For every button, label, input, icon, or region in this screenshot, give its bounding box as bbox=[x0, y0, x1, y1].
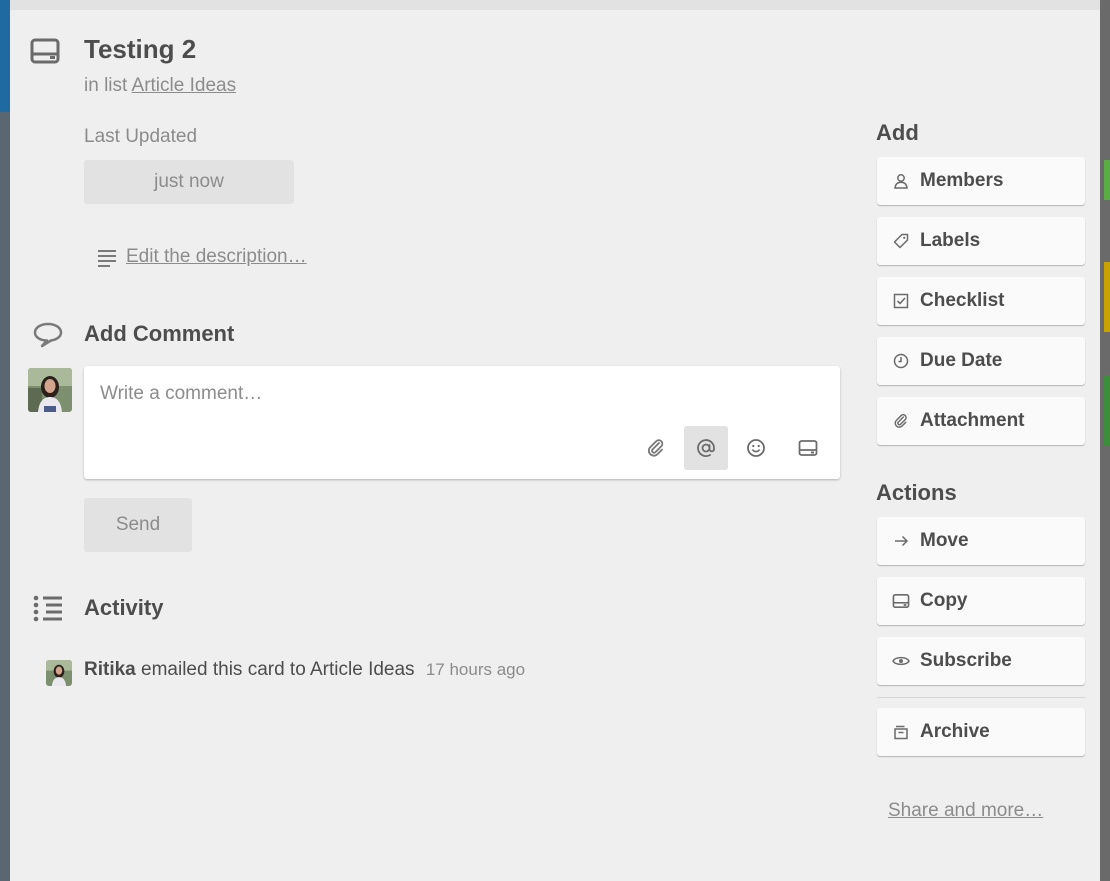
smiley-icon bbox=[747, 439, 765, 457]
move-label: Move bbox=[920, 530, 969, 551]
due-date-button[interactable]: Due Date bbox=[877, 337, 1085, 385]
sidebar-divider bbox=[877, 697, 1085, 698]
paperclip-icon bbox=[892, 412, 910, 430]
comment-composer[interactable]: Write a comment… bbox=[84, 366, 840, 479]
move-button[interactable]: Move bbox=[877, 517, 1085, 565]
mention-button[interactable] bbox=[684, 426, 728, 470]
at-sign-icon bbox=[697, 439, 715, 457]
copy-label: Copy bbox=[920, 590, 968, 611]
card-detail-modal: Testing 2 in list Article Ideas Last Upd… bbox=[10, 0, 1100, 881]
members-label: Members bbox=[920, 170, 1004, 191]
board-header-strip bbox=[0, 0, 10, 112]
description-icon bbox=[97, 249, 117, 267]
card-title[interactable]: Testing 2 bbox=[84, 34, 196, 65]
archive-button[interactable]: Archive bbox=[877, 708, 1085, 756]
list-prefix: in list bbox=[84, 75, 128, 96]
comment-icon bbox=[32, 320, 64, 348]
checklist-button[interactable]: Checklist bbox=[877, 277, 1085, 325]
add-heading: Add bbox=[876, 120, 919, 145]
copy-button[interactable]: Copy bbox=[877, 577, 1085, 625]
board-card-edge bbox=[1104, 160, 1110, 200]
board-background-left bbox=[0, 0, 10, 881]
activity-icon bbox=[32, 594, 66, 622]
card-icon bbox=[892, 592, 910, 610]
last-updated-value: just now bbox=[84, 160, 294, 204]
emoji-button[interactable] bbox=[734, 426, 778, 470]
board-card-edge bbox=[1104, 262, 1110, 332]
person-icon bbox=[892, 172, 910, 190]
checkbox-icon bbox=[892, 292, 910, 310]
labels-label: Labels bbox=[920, 230, 981, 251]
subscribe-label: Subscribe bbox=[920, 650, 1012, 671]
edit-description-link[interactable]: Edit the description… bbox=[126, 246, 307, 268]
checklist-label: Checklist bbox=[920, 290, 1005, 311]
avatar[interactable] bbox=[46, 660, 72, 686]
card-icon bbox=[30, 38, 62, 66]
attachment-button[interactable]: Attachment bbox=[877, 397, 1085, 445]
add-comment-heading: Add Comment bbox=[84, 321, 235, 346]
activity-user[interactable]: Ritika bbox=[84, 659, 136, 680]
last-updated-label: Last Updated bbox=[84, 126, 198, 147]
arrow-right-icon bbox=[892, 532, 910, 550]
avatar[interactable] bbox=[28, 368, 72, 412]
archive-label: Archive bbox=[920, 721, 990, 742]
list-reference: in list Article Ideas bbox=[84, 75, 236, 97]
clock-icon bbox=[892, 352, 910, 370]
due-date-label: Due Date bbox=[920, 350, 1003, 371]
add-card-button[interactable] bbox=[786, 426, 830, 470]
comment-input[interactable]: Write a comment… bbox=[100, 383, 262, 405]
attachment-label: Attachment bbox=[920, 410, 1025, 431]
activity-time[interactable]: 17 hours ago bbox=[426, 660, 525, 679]
list-name-link[interactable]: Article Ideas bbox=[132, 75, 237, 96]
board-card-edge bbox=[1104, 375, 1110, 445]
tag-icon bbox=[892, 232, 910, 250]
activity-entry: Ritika emailed this card to Article Idea… bbox=[84, 659, 525, 681]
share-and-more-link[interactable]: Share and more… bbox=[888, 800, 1043, 822]
card-icon bbox=[798, 440, 818, 456]
activity-description: emailed this card to Article Ideas bbox=[141, 659, 415, 680]
eye-icon bbox=[892, 652, 910, 670]
modal-top-edge bbox=[10, 0, 1100, 10]
labels-button[interactable]: Labels bbox=[877, 217, 1085, 265]
subscribe-button[interactable]: Subscribe bbox=[877, 637, 1085, 685]
send-button[interactable]: Send bbox=[84, 498, 192, 552]
activity-heading: Activity bbox=[84, 595, 164, 620]
archive-icon bbox=[892, 723, 910, 741]
actions-heading: Actions bbox=[876, 480, 957, 505]
board-background-right bbox=[1100, 0, 1110, 881]
members-button[interactable]: Members bbox=[877, 157, 1085, 205]
attach-button[interactable] bbox=[634, 426, 678, 470]
paperclip-icon bbox=[647, 439, 664, 457]
